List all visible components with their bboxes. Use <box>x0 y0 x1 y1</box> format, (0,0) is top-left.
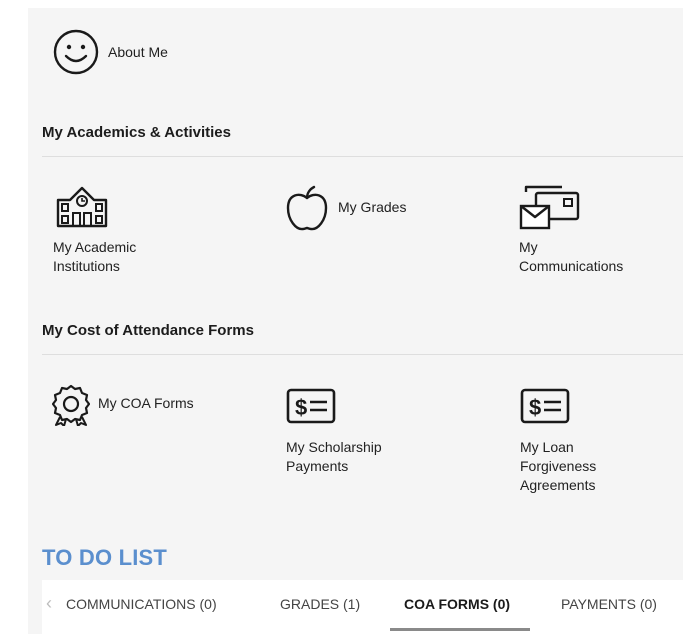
scholarship-payments-tile[interactable]: $ My Scholarship Payments <box>286 388 436 478</box>
dollar-bill-icon: $ <box>286 388 336 424</box>
communications-tile[interactable]: My Communications <box>518 184 668 280</box>
communications-label: My Communications <box>519 239 624 274</box>
mail-messages-icon <box>518 184 580 232</box>
coa-forms-label: My COA Forms <box>98 395 194 411</box>
loan-forgiveness-tile[interactable]: $ My Loan Forgiveness Agreements <box>520 388 670 498</box>
about-me-label: About Me <box>108 44 168 60</box>
todo-list-title: TO DO LIST <box>42 545 168 570</box>
tab-payments[interactable]: PAYMENTS (0) <box>561 596 657 612</box>
academics-divider <box>42 156 683 157</box>
loan-forgiveness-label: My Loan Forgiveness Agreements <box>520 439 597 493</box>
coa-divider <box>42 354 683 355</box>
scholarship-payments-label: My Scholarship Payments <box>286 439 382 474</box>
active-tab-indicator <box>390 628 530 631</box>
academics-section-title: My Academics & Activities <box>42 124 231 141</box>
chevron-left-icon[interactable]: ‹ <box>46 593 52 614</box>
grades-tile[interactable]: My Grades <box>284 184 434 234</box>
academic-institutions-label: My Academic Institutions <box>53 239 137 274</box>
apple-icon <box>284 184 330 232</box>
academic-institutions-tile[interactable]: My Academic Institutions <box>52 184 202 280</box>
school-building-icon <box>52 184 112 230</box>
smiley-face-icon <box>52 28 100 76</box>
grades-label: My Grades <box>338 199 407 215</box>
svg-text:$: $ <box>529 395 541 420</box>
tab-communications[interactable]: COMMUNICATIONS (0) <box>66 596 217 612</box>
tab-coa-forms[interactable]: COA FORMS (0) <box>404 596 510 612</box>
about-me-tile[interactable]: About Me <box>52 28 202 76</box>
dollar-bill-icon: $ <box>520 388 570 424</box>
dashboard-panel <box>28 8 683 634</box>
award-ribbon-icon <box>52 384 90 426</box>
svg-text:$: $ <box>295 395 307 420</box>
coa-forms-tile[interactable]: My COA Forms <box>52 384 232 428</box>
tab-grades[interactable]: GRADES (1) <box>280 596 360 612</box>
coa-section-title: My Cost of Attendance Forms <box>42 322 254 339</box>
todo-tab-bar: ‹ COMMUNICATIONS (0) GRADES (1) COA FORM… <box>42 580 683 634</box>
